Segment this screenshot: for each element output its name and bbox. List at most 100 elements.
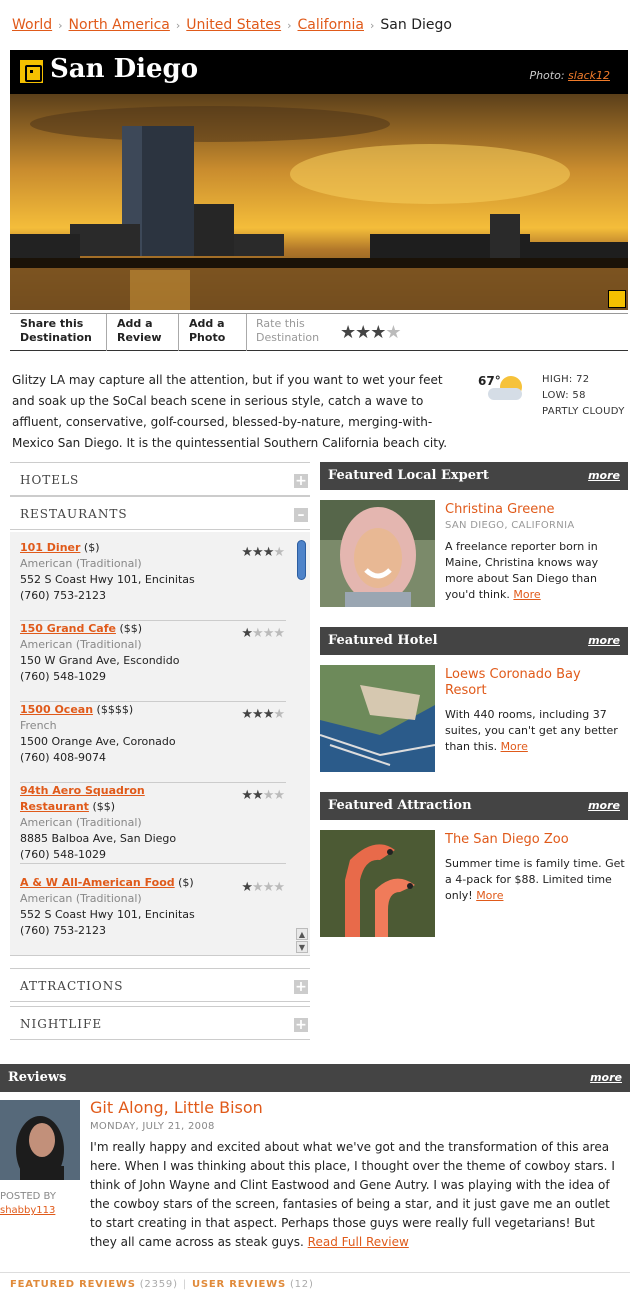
star-icon[interactable]: ★	[252, 788, 264, 803]
share-destination-button[interactable]: Share this Destination	[10, 317, 92, 349]
star-icon[interactable]: ★	[370, 322, 386, 343]
reviews-more-link[interactable]: more	[590, 1071, 622, 1084]
star-icon[interactable]: ★	[355, 322, 371, 343]
review-label-line2: Review	[117, 331, 162, 344]
destination-header: San Diego Photo: slack12	[10, 50, 628, 94]
restaurant-price: ($)	[178, 876, 194, 889]
category-hotels[interactable]: HOTELS +	[10, 462, 310, 496]
star-icon[interactable]: ★	[340, 322, 356, 343]
featured-attraction-header: Featured Attraction more	[320, 792, 628, 820]
star-icon[interactable]: ★	[263, 707, 275, 722]
scroll-up-icon[interactable]: ▲	[296, 928, 308, 940]
star-icon[interactable]: ★	[252, 707, 264, 722]
star-icon[interactable]: ★	[241, 626, 253, 641]
collapse-minus-icon[interactable]: –	[294, 508, 308, 522]
star-icon[interactable]: ★	[263, 626, 275, 641]
star-icon[interactable]: ★	[263, 545, 275, 560]
star-icon[interactable]: ★	[252, 880, 264, 895]
expert-name[interactable]: Christina Greene	[445, 502, 625, 518]
hotel-more-link[interactable]: More	[501, 740, 528, 753]
attraction-more-link[interactable]: More	[476, 889, 503, 902]
photo-credit-label: Photo:	[529, 69, 565, 82]
review-title[interactable]: Git Along, Little Bison	[90, 1098, 620, 1117]
attraction-photo[interactable]	[320, 830, 435, 937]
expert-more-link[interactable]: More	[513, 588, 540, 601]
restaurant-item: 150 Grand Cafe ($$) American (Traditional…	[20, 621, 286, 702]
featured-attraction-more-link[interactable]: more	[588, 799, 620, 812]
breadcrumb-current: San Diego	[380, 17, 452, 33]
attraction-info: The San Diego Zoo Summer time is family …	[445, 832, 625, 904]
star-icon[interactable]: ★	[241, 880, 253, 895]
featured-attraction-heading: Featured Attraction	[328, 798, 472, 813]
restaurant-link[interactable]: 94th Aero Squadron Restaurant	[20, 784, 145, 813]
expand-plus-icon[interactable]: +	[294, 980, 308, 994]
restaurant-price: ($$)	[92, 800, 116, 813]
breadcrumb-north-america[interactable]: North America	[69, 17, 170, 33]
star-icon[interactable]: ★	[241, 545, 253, 560]
restaurant-link[interactable]: 1500 Ocean	[20, 703, 93, 716]
breadcrumb-united-states[interactable]: United States	[186, 17, 281, 33]
expand-plus-icon[interactable]: +	[294, 474, 308, 488]
chevron-right-icon: ›	[175, 19, 181, 32]
attraction-name[interactable]: The San Diego Zoo	[445, 832, 625, 848]
expert-photo-drawing	[320, 500, 435, 607]
star-icon[interactable]: ★	[385, 322, 401, 343]
expert-location: SAN DIEGO, CALIFORNIA	[445, 520, 575, 531]
category-restaurants[interactable]: RESTAURANTS –	[10, 496, 310, 530]
restaurant-link[interactable]: 150 Grand Cafe	[20, 622, 116, 635]
star-icon[interactable]: ★	[263, 880, 275, 895]
read-full-review-link[interactable]: Read Full Review	[308, 1235, 409, 1249]
expert-info: Christina Greene SAN DIEGO, CALIFORNIA A…	[445, 502, 625, 603]
featured-expert-heading: Featured Local Expert	[328, 468, 489, 483]
star-icon[interactable]: ★	[273, 545, 285, 560]
user-reviews-count: (12)	[289, 1279, 314, 1290]
review-author: POSTED BY shabby113	[0, 1190, 56, 1218]
star-icon[interactable]: ★	[263, 788, 275, 803]
restaurant-name: 94th Aero Squadron Restaurant ($$)	[20, 783, 160, 815]
expand-icon[interactable]	[608, 290, 626, 308]
restaurant-rating-stars: ★★★★	[241, 707, 285, 723]
destination-rating-stars[interactable]: ★★★★	[340, 322, 402, 343]
add-photo-button[interactable]: Add a Photo	[179, 317, 225, 349]
star-icon[interactable]: ★	[241, 707, 253, 722]
restaurant-link[interactable]: A & W All-American Food	[20, 876, 175, 889]
breadcrumb-california[interactable]: California	[298, 17, 364, 33]
featured-hotel-more-link[interactable]: more	[588, 634, 620, 647]
star-icon[interactable]: ★	[273, 788, 285, 803]
photo-credit: Photo: slack12	[529, 69, 610, 82]
featured-reviews-link[interactable]: FEATURED REVIEWS	[10, 1279, 136, 1290]
category-nightlife[interactable]: NIGHTLIFE +	[10, 1006, 310, 1040]
star-icon[interactable]: ★	[273, 626, 285, 641]
user-reviews-link[interactable]: USER REVIEWS	[192, 1279, 286, 1290]
scrollbar-thumb[interactable]	[297, 540, 306, 580]
review-author-link[interactable]: shabby113	[0, 1205, 55, 1216]
scroll-down-icon[interactable]: ▼	[296, 941, 308, 953]
rate-destination-label: Rate this Destination	[246, 317, 319, 349]
breadcrumb-world[interactable]: World	[12, 17, 52, 33]
reviews-header: Reviews more	[0, 1064, 630, 1092]
hotel-photo[interactable]	[319, 665, 436, 772]
expand-plus-icon[interactable]: +	[294, 1018, 308, 1032]
star-icon[interactable]: ★	[241, 788, 253, 803]
star-icon[interactable]: ★	[252, 626, 264, 641]
review-body: I'm really happy and excited about what …	[90, 1138, 620, 1252]
breadcrumb: World › North America › United States › Califo…	[12, 17, 452, 33]
hotel-name[interactable]: Loews Coronado Bay Resort	[445, 667, 625, 699]
add-review-button[interactable]: Add a Review	[107, 317, 162, 349]
star-icon[interactable]: ★	[273, 880, 285, 895]
expert-photo[interactable]	[320, 500, 435, 607]
avatar[interactable]	[0, 1100, 80, 1184]
restaurant-link[interactable]: 101 Diner	[20, 541, 80, 554]
restaurant-item: A & W All-American Food ($) American (Tra…	[20, 875, 286, 955]
scrollbar[interactable]: ▲ ▼	[296, 534, 308, 954]
hotel-photo-drawing	[319, 665, 436, 772]
star-icon[interactable]: ★	[273, 707, 285, 722]
hotel-info: Loews Coronado Bay Resort With 440 rooms…	[445, 667, 625, 755]
review-entry: Git Along, Little Bison MONDAY, JULY 21,…	[90, 1098, 620, 1252]
photo-credit-link[interactable]: slack12	[568, 69, 610, 82]
attraction-photo-drawing	[320, 830, 435, 937]
star-icon[interactable]: ★	[252, 545, 264, 560]
featured-hotel-header: Featured Hotel more	[320, 627, 628, 655]
featured-expert-more-link[interactable]: more	[588, 469, 620, 482]
category-attractions[interactable]: ATTRACTIONS +	[10, 968, 310, 1002]
